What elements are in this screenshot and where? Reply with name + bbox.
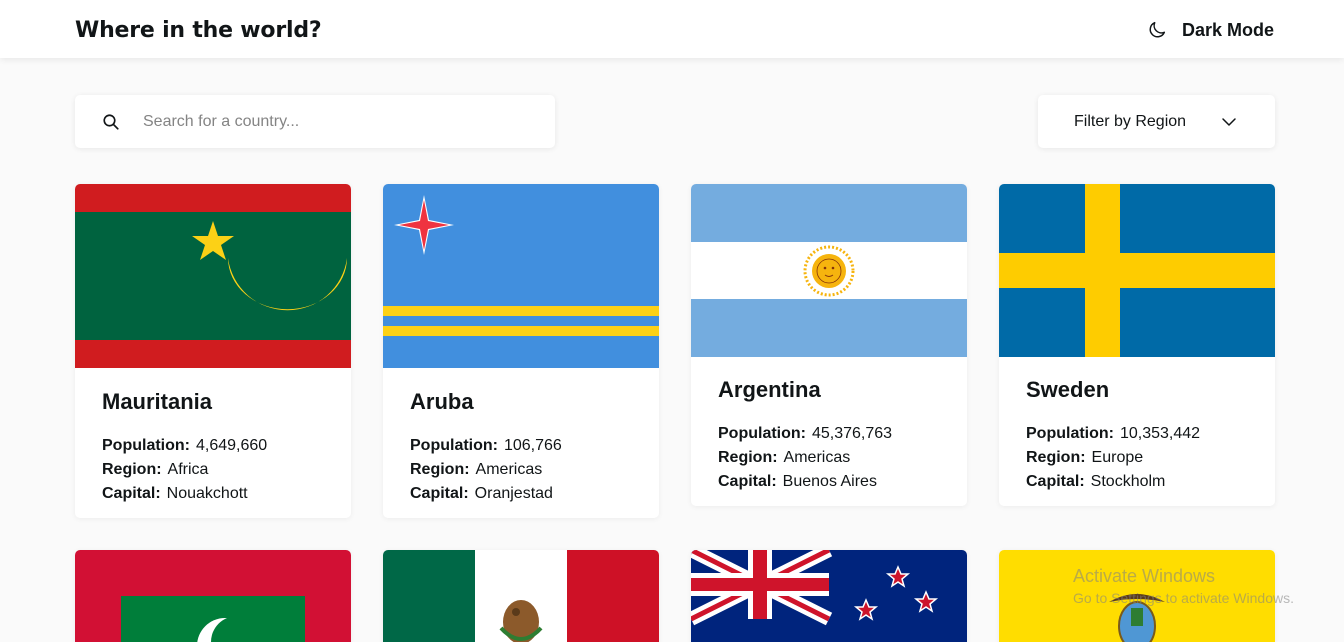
country-card-maldives[interactable]	[75, 550, 351, 642]
capital-row: Capital: Stockholm	[1026, 473, 1166, 490]
country-card-argentina[interactable]: Argentina Population: 45,376,763 Region: A…	[691, 184, 967, 506]
country-name: Sweden	[1026, 377, 1110, 402]
moon-icon	[1149, 21, 1166, 38]
dark-mode-toggle[interactable]: Dark Mode	[1146, 19, 1274, 41]
region-filter-dropdown[interactable]: Filter by Region	[1038, 95, 1275, 148]
region-row: Region: Africa	[102, 461, 209, 478]
population-row: Population: 106,766	[410, 437, 562, 454]
flag-argentina	[691, 184, 967, 357]
capital-row: Capital: Buenos Aires	[718, 473, 877, 490]
capital-row: Capital: Oranjestad	[410, 485, 553, 502]
country-card-mauritania[interactable]: Mauritania Population: 4,649,660 Region: A…	[75, 184, 351, 518]
population-row: Population: 4,649,660	[102, 437, 268, 454]
flag-ecuador	[999, 550, 1275, 642]
header: Where in the world? Dark Mode	[0, 0, 1344, 58]
dark-mode-label: Dark Mode	[1181, 19, 1274, 40]
region-row: Region: Europe	[1026, 449, 1144, 466]
flag-maldives	[75, 550, 351, 642]
region-filter-label: Filter by Region	[1074, 113, 1187, 130]
search-icon	[103, 114, 119, 130]
region-row: Region: Americas	[718, 449, 851, 466]
country-name: Argentina	[718, 377, 821, 402]
country-card-aruba[interactable]: Aruba Population: 106,766 Region: Americas…	[383, 184, 659, 518]
country-card-new-zealand[interactable]	[691, 550, 967, 642]
population-row: Population: 45,376,763	[718, 425, 893, 442]
flag-new-zealand	[691, 550, 967, 642]
country-name: Mauritania	[102, 389, 213, 414]
flag-aruba	[383, 184, 659, 368]
flag-mexico	[383, 550, 659, 642]
flag-mauritania	[75, 184, 351, 368]
country-card-mexico[interactable]	[383, 550, 659, 642]
region-row: Region: Americas	[410, 461, 543, 478]
capital-row: Capital: Nouakchott	[102, 485, 248, 502]
population-row: Population: 10,353,442	[1026, 425, 1201, 442]
search-input[interactable]	[143, 95, 533, 148]
flag-sweden	[999, 184, 1275, 357]
app-title: Where in the world?	[75, 18, 322, 43]
country-card-ecuador[interactable]	[999, 550, 1275, 642]
chevron-down-icon	[1222, 118, 1236, 126]
country-card-sweden[interactable]: Sweden Population: 10,353,442 Region: Euro…	[999, 184, 1275, 506]
country-name: Aruba	[410, 389, 474, 414]
search-box[interactable]	[75, 95, 555, 148]
